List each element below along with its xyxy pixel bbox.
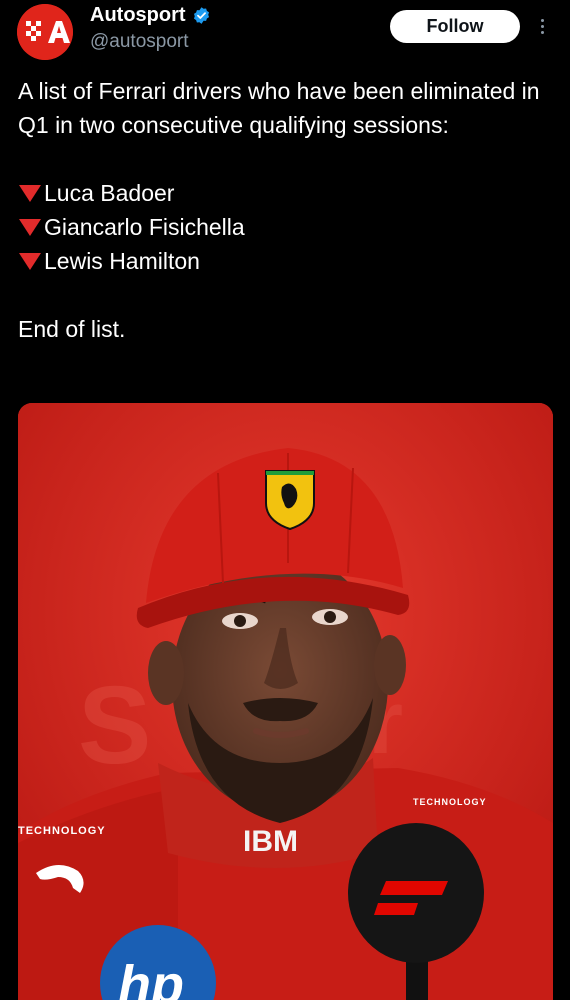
verified-badge-icon — [193, 7, 209, 24]
driver-name: Lewis Hamilton — [44, 248, 200, 274]
red-triangle-down-icon — [18, 210, 44, 244]
list-item: Giancarlo Fisichella — [18, 210, 548, 244]
account-name[interactable]: Autosport — [90, 4, 186, 27]
list-item: Luca Badoer — [18, 176, 548, 210]
svg-text:S: S — [78, 664, 151, 787]
sponsor-left: TECHNOLOGY — [18, 825, 106, 837]
list-item: Lewis Hamilton — [18, 244, 548, 278]
tweet-media-photo[interactable]: S r TECHNOLOGY TECHNOLOGY IBM hp — [18, 403, 553, 1000]
autosport-logo-icon — [17, 4, 73, 60]
tweet-intro: A list of Ferrari drivers who have been … — [18, 78, 540, 138]
tweet-header: Autosport @autosport Follow — [0, 0, 570, 70]
tweet-outro: End of list. — [18, 316, 126, 342]
red-triangle-down-icon — [18, 176, 44, 210]
red-triangle-down-icon — [18, 244, 44, 278]
account-handle[interactable]: @autosport — [90, 31, 189, 53]
follow-button[interactable]: Follow — [390, 10, 520, 43]
tweet-text: A list of Ferrari drivers who have been … — [18, 74, 548, 346]
driver-name: Giancarlo Fisichella — [44, 214, 245, 240]
svg-text:hp: hp — [118, 955, 184, 1000]
more-options-icon[interactable] — [533, 12, 551, 40]
autosport-avatar[interactable] — [17, 4, 73, 60]
sponsor-right: TECHNOLOGY — [413, 797, 487, 807]
sponsor-chest: IBM — [243, 825, 298, 858]
driver-photo: S r TECHNOLOGY TECHNOLOGY IBM hp — [18, 403, 553, 1000]
driver-name: Luca Badoer — [44, 180, 175, 206]
